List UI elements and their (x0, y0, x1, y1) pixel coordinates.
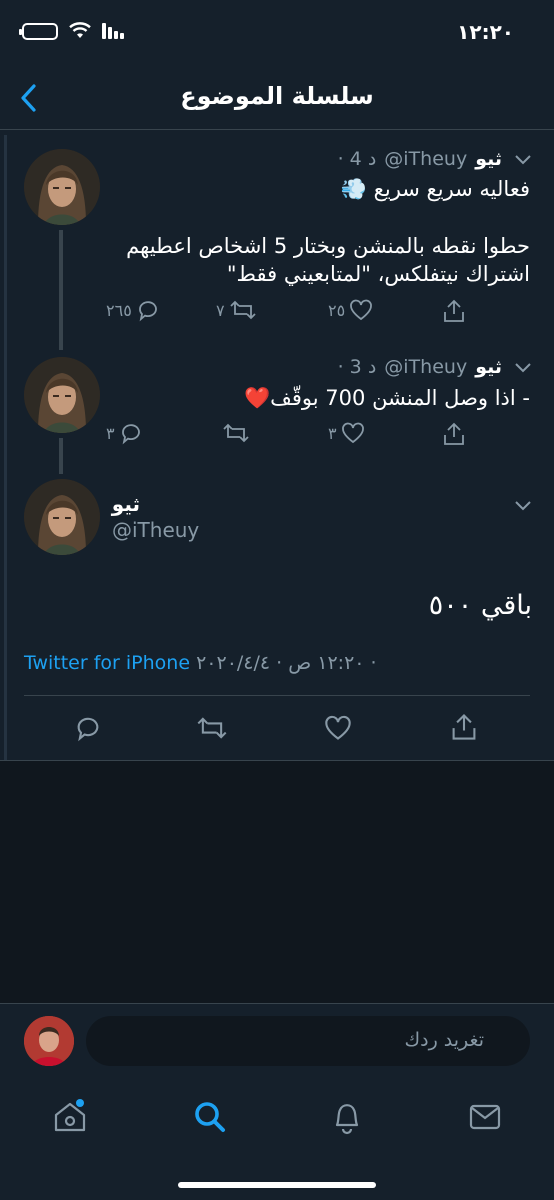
display-name[interactable]: ثيو (112, 492, 140, 516)
battery-icon (19, 22, 58, 40)
retweet-count: ٧ (216, 300, 225, 320)
like-count: ٢٥ (328, 300, 346, 320)
page-title: سلسلة الموضوع (180, 82, 374, 110)
tweet-line: حطوا نقطه بالمنشن وبختار 5 اشخاص اعطيهم (126, 234, 530, 258)
heart-icon (350, 299, 373, 321)
user-avatar-image-icon (24, 1016, 74, 1066)
handle[interactable]: @iTheuy (384, 148, 467, 170)
reply-count: ٣ (106, 423, 115, 443)
timestamp: · 3 د (337, 356, 377, 378)
reply-count: ٢٦٥ (106, 300, 132, 320)
display-name[interactable]: ثيو (475, 356, 502, 378)
tab-search[interactable] (190, 1097, 230, 1137)
tweet-line: - اذا وصل المنشن 700 بوقّف❤️ (244, 386, 530, 410)
tweet-text: فعاليه سريع سريع 💨 (341, 175, 530, 203)
avatar-image-icon (24, 479, 100, 555)
tweet-datetime: ١٢:٢٠ ص · ٢٠٢٠/٤/٤ · (196, 652, 377, 674)
handle[interactable]: @iTheuy (384, 356, 467, 378)
tweet-line: فعاليه سريع سريع 💨 (340, 177, 530, 201)
reply-button[interactable] (74, 714, 102, 742)
like-button[interactable]: ٢٥ (328, 298, 373, 322)
tweet-actions: ٢٦٥ ٧ ٢٥ (106, 298, 486, 328)
tweet-actions (0, 712, 554, 746)
tweet-line: اشتراك نيتفلكس، "لمتابعيني فقط" (226, 262, 530, 286)
tab-messages[interactable] (465, 1097, 505, 1137)
home-icon (54, 1099, 86, 1132)
divider (24, 695, 530, 696)
avatar[interactable] (24, 357, 100, 433)
wifi-icon (69, 22, 91, 38)
tweet-actions: ٣ ٣ (106, 421, 486, 451)
avatar-image-icon (24, 357, 100, 433)
share-button[interactable] (450, 712, 478, 742)
empty-thread-area (0, 760, 554, 1003)
status-icons (19, 22, 126, 40)
handle[interactable]: @iTheuy (112, 518, 199, 542)
tab-notifications[interactable] (327, 1097, 367, 1137)
retweet-icon (223, 423, 249, 443)
share-icon (444, 422, 464, 445)
thread-connector (59, 230, 63, 350)
tweet-meta: Twitter for iPhone ١٢:٢٠ ص · ٢٠٢٠/٤/٤ · (24, 652, 377, 674)
status-time: ١٢:٢٠ (457, 20, 514, 44)
display-name[interactable]: ثيو (475, 148, 502, 170)
user-avatar[interactable] (24, 1016, 74, 1066)
status-bar: ١٢:٢٠ (0, 0, 554, 66)
tweet-text: - اذا وصل المنشن 700 بوقّف❤️ (244, 384, 530, 412)
navbar: سلسلة الموضوع (0, 66, 554, 130)
tab-home[interactable] (50, 1097, 90, 1137)
reply-button[interactable]: ٣ (106, 421, 143, 445)
tweet-text: حطوا نقطه بالمنشن وبختار 5 اشخاص اعطيهم … (126, 232, 530, 288)
notifications-icon (335, 1104, 359, 1135)
avatar[interactable] (24, 479, 100, 555)
share-button[interactable] (442, 298, 466, 324)
tweet-header: ثيو @iTheuy · 4 د (338, 148, 502, 170)
reply-input[interactable]: تغريد ردك (86, 1016, 530, 1066)
tweet-header: ثيو @iTheuy · 3 د (338, 356, 502, 378)
tweet-text: باقي ٥٠٠ (428, 590, 532, 621)
heart-icon (341, 422, 364, 444)
retweet-button[interactable] (196, 714, 228, 742)
tweet-source-link[interactable]: Twitter for iPhone (24, 652, 190, 674)
timestamp: · 4 د (337, 148, 377, 170)
reply-bar: تغريد ردك (0, 1003, 554, 1079)
avatar-image-icon (24, 149, 100, 225)
scroll-rail (4, 135, 7, 810)
chevron-down-icon[interactable] (514, 154, 532, 166)
retweet-icon (229, 300, 256, 320)
chevron-down-icon[interactable] (514, 500, 532, 512)
chevron-down-icon[interactable] (514, 362, 532, 374)
like-count: ٣ (328, 423, 337, 443)
messages-icon (469, 1104, 501, 1130)
avatar[interactable] (24, 149, 100, 225)
share-icon (444, 299, 464, 322)
reply-button[interactable]: ٢٦٥ (106, 298, 160, 322)
retweet-button[interactable] (222, 421, 250, 445)
tab-bar (0, 1079, 554, 1200)
cellular-signal-icon (102, 23, 124, 39)
like-button[interactable] (324, 714, 352, 742)
retweet-button[interactable]: ٧ (216, 298, 257, 322)
reply-icon (121, 424, 140, 445)
home-indicator (178, 1182, 376, 1188)
like-button[interactable]: ٣ (328, 421, 365, 445)
search-icon (195, 1102, 225, 1132)
thread-connector (59, 438, 63, 474)
reply-placeholder: تغريد ردك (404, 1029, 484, 1051)
share-button[interactable] (442, 421, 466, 447)
reply-icon (138, 301, 157, 322)
